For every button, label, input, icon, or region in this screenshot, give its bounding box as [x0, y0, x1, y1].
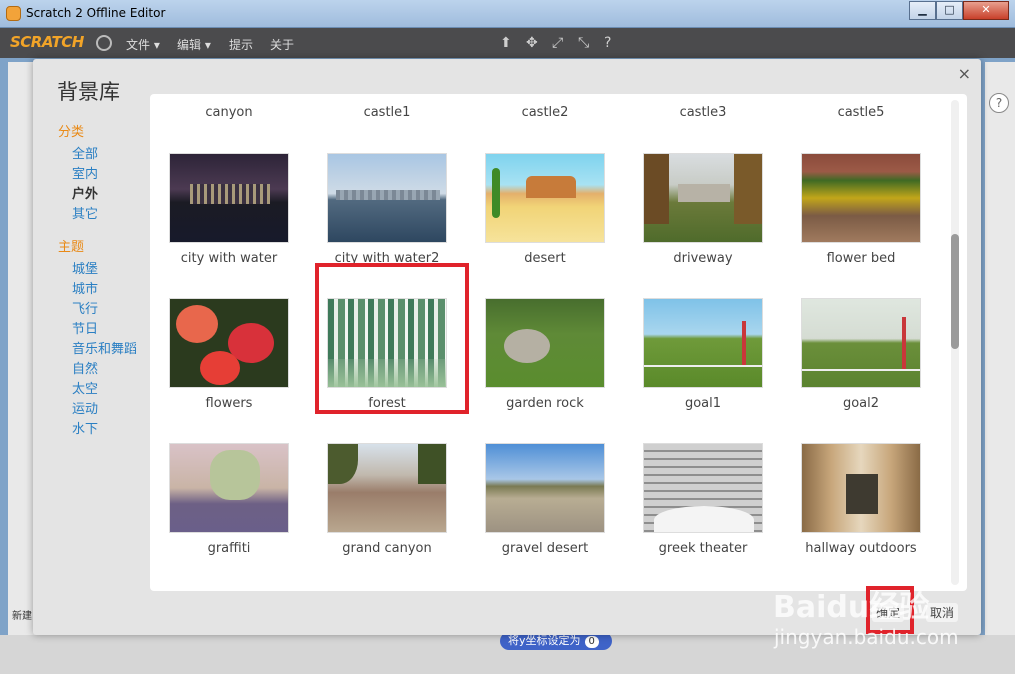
new-sprite-label: 新建: [12, 611, 32, 622]
scratch-cat-icon: [6, 6, 21, 21]
library-scroll-thumb[interactable]: [951, 234, 959, 349]
backdrop-label: goal1: [684, 396, 722, 411]
backdrop-thumbnail: [169, 443, 289, 533]
scratch-menubar: SCRATCH 文件 ▾ 编辑 ▾ 提示 关于 ⬆ ✥ ⤢ ⤡ ?: [0, 28, 1015, 58]
shrink-tool-icon[interactable]: ⤡: [578, 35, 589, 51]
menu-file[interactable]: 文件 ▾: [126, 36, 160, 53]
help-icon[interactable]: ?: [989, 93, 1009, 113]
backdrop-thumbnail: [643, 153, 763, 243]
close-window-button[interactable]: ✕: [963, 1, 1009, 20]
duplicate-tool-icon[interactable]: ⬆: [500, 35, 512, 51]
backdrop-thumbnail: [801, 153, 921, 243]
theme-underwater[interactable]: 水下: [72, 418, 98, 437]
backdrop-label: graffiti: [207, 541, 251, 556]
backdrop-thumbnail: [643, 443, 763, 533]
window-title: Scratch 2 Offline Editor: [26, 6, 166, 20]
grow-tool-icon[interactable]: ⤢: [552, 35, 563, 51]
backdrop-label: gravel desert: [501, 541, 589, 556]
backdrop-item-flower-bed[interactable]: flower bed: [782, 153, 940, 266]
theme-nature[interactable]: 自然: [72, 358, 98, 377]
backdrop-label: canyon: [205, 105, 253, 120]
backdrop-label: castle1: [363, 105, 411, 120]
baidu-watermark: Baidu经验: [773, 590, 930, 625]
backdrop-item-city-with-water2[interactable]: city with water2: [308, 153, 466, 266]
backdrop-label: flowers: [205, 396, 253, 411]
backdrop-label: greek theater: [658, 541, 748, 556]
theme-castle[interactable]: 城堡: [72, 258, 98, 277]
backdrop-label: castle3: [679, 105, 727, 120]
backdrop-item-castle3[interactable]: castle3: [624, 105, 782, 120]
menu-tips[interactable]: 提示: [229, 36, 253, 53]
theme-city[interactable]: 城市: [72, 278, 98, 297]
backdrop-thumbnail: [169, 298, 289, 388]
category-outdoors[interactable]: 户外: [72, 183, 98, 202]
theme-space[interactable]: 太空: [72, 378, 98, 397]
backdrop-label: goal2: [842, 396, 880, 411]
backdrop-item-canyon[interactable]: canyon: [150, 105, 308, 120]
backdrop-thumbnail: [801, 443, 921, 533]
backdrop-item-flowers[interactable]: flowers: [150, 298, 308, 411]
menu-edit[interactable]: 编辑 ▾: [177, 36, 211, 53]
backdrop-label: castle5: [837, 105, 885, 120]
category-indoors[interactable]: 室内: [72, 163, 98, 182]
theme-music-dance[interactable]: 音乐和舞蹈: [72, 338, 137, 357]
backdrop-item-goal2[interactable]: goal2: [782, 298, 940, 411]
backdrop-label: driveway: [673, 251, 733, 266]
backdrop-item-desert[interactable]: desert: [466, 153, 624, 266]
backdrop-thumbnail: [643, 298, 763, 388]
category-all[interactable]: 全部: [72, 143, 98, 162]
dialog-title: 背景库: [57, 80, 120, 104]
backdrop-label: castle2: [521, 105, 569, 120]
backdrop-item-castle5[interactable]: castle5: [782, 105, 940, 120]
category-other[interactable]: 其它: [72, 203, 98, 222]
block-value[interactable]: 0: [584, 636, 599, 648]
window-title-bar: Scratch 2 Offline Editor ▁ □ ✕: [0, 0, 1015, 28]
backdrop-item-goal1[interactable]: goal1: [624, 298, 782, 411]
backdrop-label: hallway outdoors: [805, 541, 917, 556]
menu-about[interactable]: 关于: [270, 36, 294, 53]
theme-holiday[interactable]: 节日: [72, 318, 98, 337]
backdrop-label: flower bed: [826, 251, 896, 266]
maximize-button[interactable]: □: [936, 1, 963, 20]
backdrop-thumbnail: [485, 298, 605, 388]
backdrop-thumbnail: [801, 298, 921, 388]
backdrop-item-castle1[interactable]: castle1: [308, 105, 466, 120]
backdrop-item-garden-rock[interactable]: garden rock: [466, 298, 624, 411]
backdrop-thumbnail: [327, 153, 447, 243]
category-heading: 分类: [58, 125, 85, 140]
backdrop-label: grand canyon: [342, 541, 432, 556]
dialog-close-icon[interactable]: ×: [958, 64, 971, 83]
backdrop-grid-panel: canyon castle1 castle2 castle3 castle5 c…: [150, 94, 967, 591]
backdrop-thumbnail: [169, 153, 289, 243]
backdrop-item-greek-theater[interactable]: greek theater: [624, 443, 782, 556]
backdrop-item-graffiti[interactable]: graffiti: [150, 443, 308, 556]
backdrop-item-grand-canyon[interactable]: grand canyon: [308, 443, 466, 556]
minimize-button[interactable]: ▁: [909, 1, 936, 20]
baidu-watermark-url: jingyan.baidu.com: [774, 625, 959, 649]
backdrop-label: city with water: [180, 251, 278, 266]
delete-tool-icon[interactable]: ✥: [526, 35, 538, 51]
backdrop-label: desert: [524, 251, 566, 266]
backdrop-item-castle2[interactable]: castle2: [466, 105, 624, 120]
block-label: 将y坐标设定为: [508, 634, 581, 647]
theme-flying[interactable]: 飞行: [72, 298, 98, 317]
language-globe-icon[interactable]: [96, 35, 112, 51]
backdrop-item-driveway[interactable]: driveway: [624, 153, 782, 266]
theme-heading: 主题: [58, 240, 85, 255]
backdrop-thumbnail: [485, 443, 605, 533]
cancel-button[interactable]: 取消: [926, 603, 959, 622]
selected-item-highlight: [315, 263, 469, 414]
library-scrollbar[interactable]: [951, 100, 959, 585]
backdrop-label: garden rock: [506, 396, 584, 411]
backdrop-library-dialog: 背景库 × 分类 全部 室内 户外 其它 主题 城堡 城市 飞行 节日 音乐和舞…: [33, 59, 981, 635]
scratch-logo[interactable]: SCRATCH: [10, 33, 84, 51]
theme-sports[interactable]: 运动: [72, 398, 98, 417]
backdrop-item-hallway-outdoors[interactable]: hallway outdoors: [782, 443, 940, 556]
backdrop-thumbnail: [485, 153, 605, 243]
backdrop-thumbnail: [327, 443, 447, 533]
backdrop-item-gravel-desert[interactable]: gravel desert: [466, 443, 624, 556]
help-tool-icon[interactable]: ?: [604, 35, 611, 51]
scripts-panel-background: [985, 62, 1015, 674]
backdrop-item-city-with-water[interactable]: city with water: [150, 153, 308, 266]
